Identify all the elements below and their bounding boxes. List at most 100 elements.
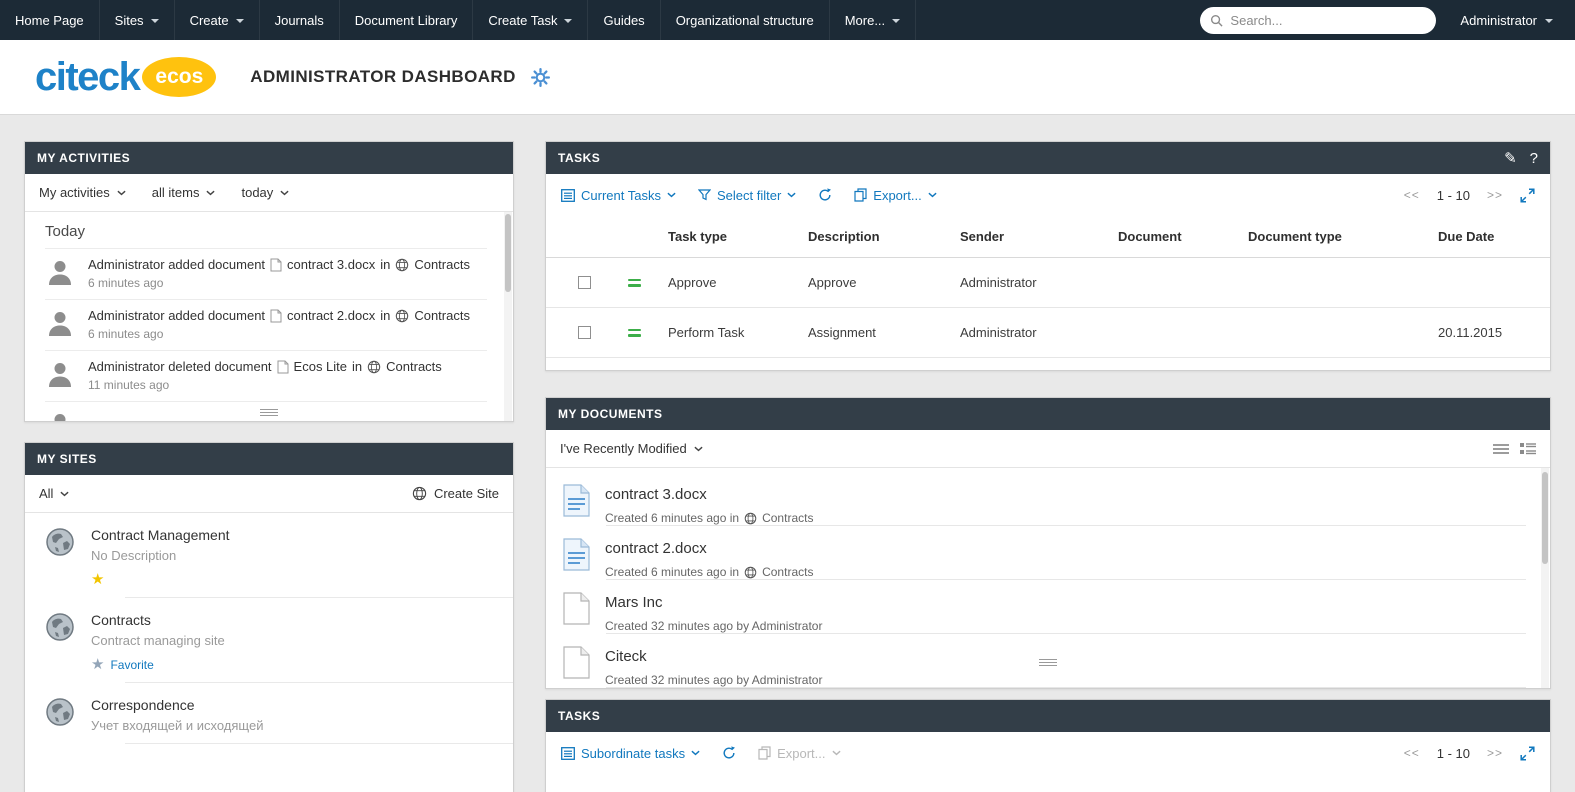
logo-ecos-badge: ecos: [142, 57, 216, 97]
my-sites-filters: All Create Site: [25, 475, 513, 513]
dropdown-label: Export...: [777, 746, 825, 761]
generic-document-icon: [563, 646, 590, 679]
edit-pencil-icon[interactable]: ✎: [1504, 151, 1517, 166]
scrollbar-thumb[interactable]: [505, 214, 511, 292]
document-item[interactable]: Mars Inc Created 32 minutes ago by Admin…: [546, 580, 1550, 634]
document-name-link[interactable]: Mars Inc: [605, 592, 822, 613]
activities-range-dropdown[interactable]: today: [241, 185, 289, 200]
subordinate-tasks-toolbar: Subordinate tasks Export... << 1 - 10 >>: [546, 732, 1550, 774]
nav-create-task[interactable]: Create Task: [473, 0, 588, 40]
refresh-icon[interactable]: [818, 188, 832, 202]
site-name-link[interactable]: Correspondence: [91, 697, 263, 713]
document-name-link[interactable]: Citeck: [605, 646, 822, 667]
document-name-link[interactable]: contract 3.docx: [605, 484, 813, 505]
globe-icon: [744, 512, 757, 525]
site-globe-icon: [45, 612, 75, 642]
dropdown-label: Select filter: [717, 188, 781, 203]
my-documents-header: MY DOCUMENTS: [546, 398, 1550, 430]
simple-view-icon[interactable]: [1493, 443, 1509, 455]
chevron-down-icon: [691, 750, 700, 756]
documents-scrollbar[interactable]: [1541, 468, 1549, 688]
activity-document-link[interactable]: contract 2.docx: [287, 308, 375, 323]
export-dropdown[interactable]: Export...: [854, 188, 936, 203]
user-avatar: [45, 359, 75, 389]
activity-joiner: in: [352, 359, 362, 374]
activity-document-link[interactable]: contract 3.docx: [287, 257, 375, 272]
nav-label: Document Library: [355, 13, 458, 28]
activities-items-dropdown[interactable]: all items: [152, 185, 216, 200]
expand-fullscreen-icon[interactable]: [1520, 746, 1535, 761]
favorite-star-icon[interactable]: ★: [91, 572, 104, 587]
panel-resize-grip[interactable]: [1039, 657, 1057, 668]
pagination-next[interactable]: >>: [1487, 188, 1503, 202]
search-input[interactable]: [1230, 13, 1426, 28]
dropdown-label: Current Tasks: [581, 188, 661, 203]
expand-fullscreen-icon[interactable]: [1520, 188, 1535, 203]
document-item[interactable]: contract 2.docx Created 6 minutes ago in…: [546, 526, 1550, 580]
user-menu[interactable]: Administrator: [1460, 13, 1553, 28]
select-filter-dropdown[interactable]: Select filter: [698, 188, 796, 203]
task-filter-dropdown[interactable]: Subordinate tasks: [561, 746, 700, 761]
favorite-label[interactable]: Favorite: [110, 658, 153, 672]
pagination-prev[interactable]: <<: [1404, 746, 1420, 760]
column-document: Document: [1110, 229, 1240, 244]
chevron-down-icon: [151, 19, 159, 23]
generic-document-icon: [563, 592, 590, 625]
document-name-link[interactable]: contract 2.docx: [605, 538, 813, 559]
table-row[interactable]: Approve Approve Administrator: [546, 258, 1550, 308]
export-icon: [758, 746, 771, 760]
document-meta: Created 6 minutes ago in: [605, 511, 739, 526]
table-row[interactable]: Perform Task Assignment Administrator 20…: [546, 308, 1550, 358]
gear-icon[interactable]: [531, 68, 550, 87]
nav-sites[interactable]: Sites: [100, 0, 175, 40]
cell-description: Approve: [800, 275, 952, 290]
activity-site-link[interactable]: Contracts: [414, 257, 470, 272]
activity-item: Administrator deleted document Ecos Lite…: [45, 350, 487, 401]
site-name-link[interactable]: Contracts: [91, 612, 225, 628]
nav-document-library[interactable]: Document Library: [340, 0, 474, 40]
activities-scrollbar[interactable]: [504, 212, 512, 421]
panel-resize-grip[interactable]: [260, 407, 278, 418]
activity-site-link[interactable]: Contracts: [386, 359, 442, 374]
nav-create[interactable]: Create: [175, 0, 260, 40]
chevron-down-icon: [280, 190, 289, 196]
nav-organizational-structure[interactable]: Organizational structure: [661, 0, 830, 40]
pagination-prev[interactable]: <<: [1404, 188, 1420, 202]
pagination-next[interactable]: >>: [1487, 746, 1503, 760]
site-name-link[interactable]: Contract Management: [91, 527, 230, 543]
nav-more[interactable]: More...: [830, 0, 916, 40]
detailed-view-icon[interactable]: [1520, 443, 1536, 455]
sites-filter-dropdown[interactable]: All: [39, 486, 69, 501]
panel-title: TASKS: [558, 709, 600, 723]
nav-home-page[interactable]: Home Page: [0, 0, 100, 40]
tasks-header: TASKS ✎ ?: [546, 142, 1550, 174]
cell-due-date: 20.11.2015: [1430, 325, 1550, 340]
chevron-down-icon: [206, 190, 215, 196]
task-filter-dropdown[interactable]: Current Tasks: [561, 188, 676, 203]
documents-filter-dropdown[interactable]: I've Recently Modified: [560, 441, 703, 456]
document-site-link[interactable]: Contracts: [762, 565, 813, 580]
refresh-icon[interactable]: [722, 746, 736, 760]
nav-guides[interactable]: Guides: [588, 0, 660, 40]
nav-label: Create Task: [488, 13, 557, 28]
search-box[interactable]: [1200, 7, 1436, 34]
activity-document-link[interactable]: Ecos Lite: [294, 359, 347, 374]
document-site-link[interactable]: Contracts: [762, 511, 813, 526]
my-activities-header: MY ACTIVITIES: [25, 142, 513, 174]
citeck-ecos-logo[interactable]: citeck ecos: [35, 57, 216, 97]
activities-scope-dropdown[interactable]: My activities: [39, 185, 126, 200]
favorite-star-icon[interactable]: ★: [91, 657, 104, 672]
nav-journals[interactable]: Journals: [260, 0, 340, 40]
create-site-button[interactable]: Create Site: [412, 486, 499, 501]
column-description: Description: [800, 229, 952, 244]
globe-icon: [367, 360, 381, 374]
help-icon[interactable]: ?: [1530, 151, 1538, 166]
row-checkbox[interactable]: [578, 326, 591, 339]
activity-site-link[interactable]: Contracts: [414, 308, 470, 323]
cell-description: Assignment: [800, 325, 952, 340]
document-item[interactable]: contract 3.docx Created 6 minutes ago in…: [546, 472, 1550, 526]
row-checkbox[interactable]: [578, 276, 591, 289]
globe-icon: [744, 566, 757, 579]
chevron-down-icon: [928, 192, 937, 198]
scrollbar-thumb[interactable]: [1542, 472, 1548, 564]
